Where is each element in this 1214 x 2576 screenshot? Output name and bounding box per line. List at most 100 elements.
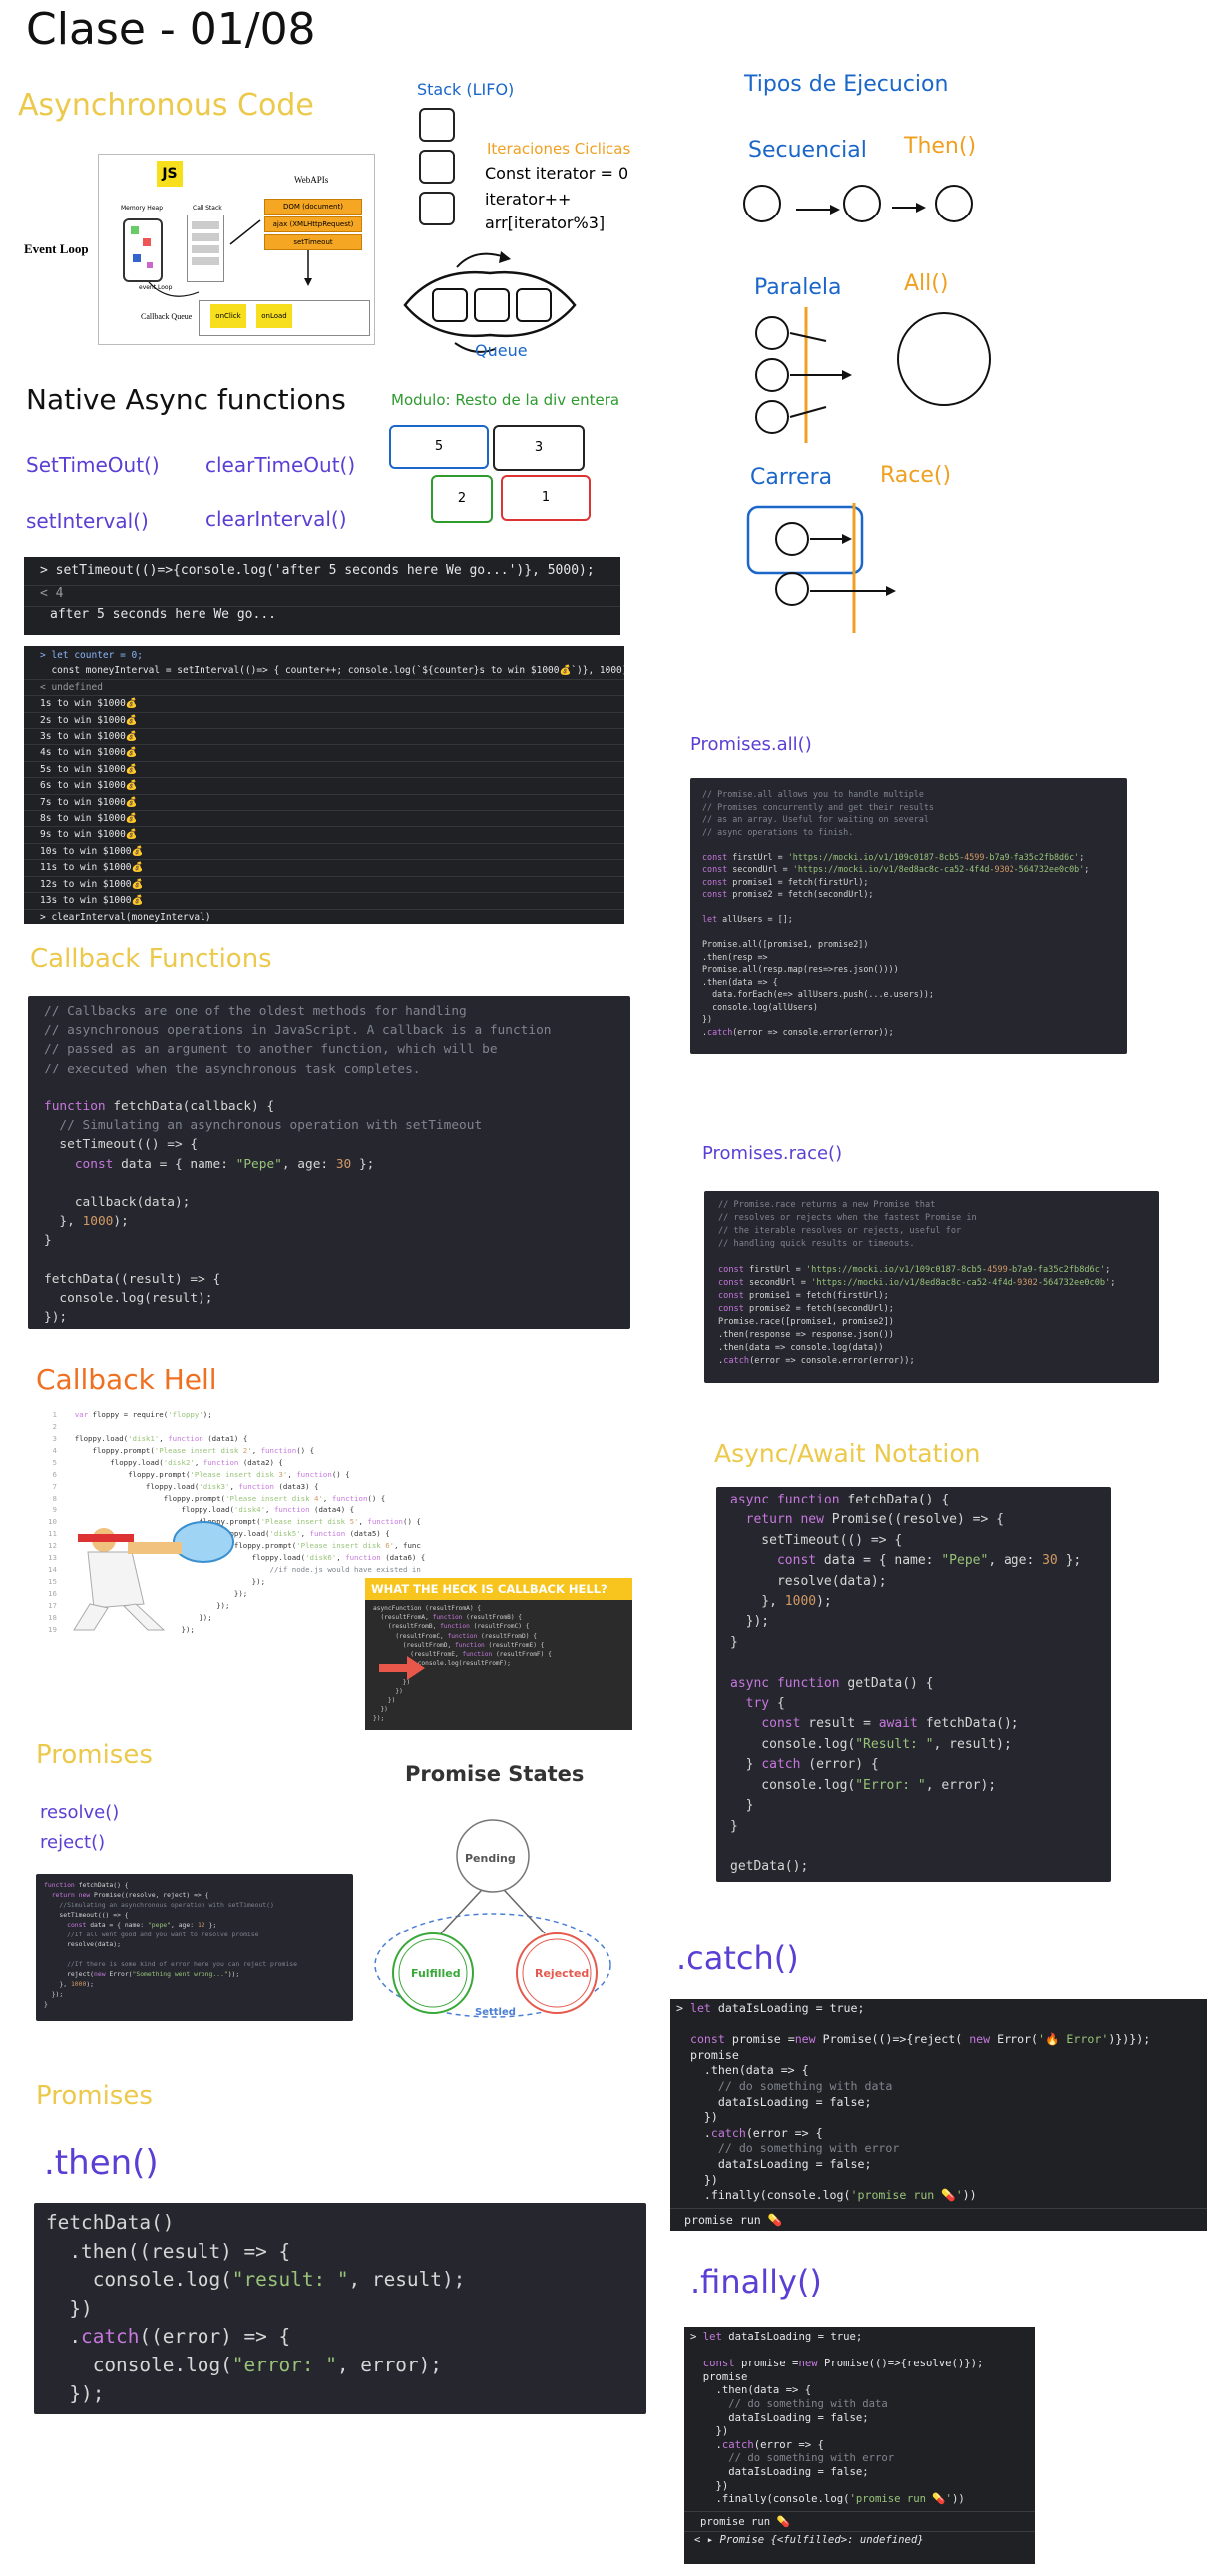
- promises-line: //If all went good and you want to resol…: [44, 1931, 259, 1938]
- async-await-line: }: [730, 1798, 754, 1814]
- promises-race-line: // Promise.race returns a new Promise th…: [718, 1200, 936, 1210]
- settled-label: Settled: [475, 2007, 516, 2018]
- async-await-line: async function getData() {: [730, 1675, 934, 1691]
- promises-race-line: Promise.race([promise1, promise2]): [718, 1317, 894, 1327]
- callback-hell-line: 8 floppy.prompt('Please insert disk 4', …: [48, 1494, 386, 1503]
- promises-all-line: .then(data => {: [702, 976, 778, 987]
- finally-line: }): [690, 2425, 729, 2438]
- promises-all-line: const promise2 = fetch(secondUrl);: [702, 889, 874, 899]
- finally-line: // do something with data: [690, 2397, 888, 2410]
- callback-hell-line: 3 floppy.load('disk1', function (data1) …: [48, 1434, 248, 1443]
- modulo-box-3: 3: [493, 425, 585, 471]
- page-title: Clase - 01/08: [26, 4, 316, 55]
- console-line: 13s to win $1000💰: [24, 893, 624, 910]
- promises-all-line: let allUsers = [];: [702, 914, 793, 924]
- console-settimeout: > setTimeout(()=>{console.log('after 5 s…: [24, 557, 620, 635]
- native-cleartimeout: clearTimeOut(): [205, 453, 356, 477]
- banner-title: WHAT THE HECK IS CALLBACK HELL?: [365, 1578, 632, 1600]
- promises-race-line: // resolves or rejects when the fastest …: [718, 1213, 977, 1223]
- console-line: 11s to win $1000💰: [24, 860, 624, 877]
- finally-output: promise run 💊: [684, 2510, 1035, 2532]
- promises-all-code: // Promise.all allows you to handle mult…: [690, 778, 1127, 1054]
- promises-all-line: .then(resp =>: [702, 951, 768, 962]
- banner-code-line: }): [373, 1706, 388, 1714]
- catch-line: dataIsLoading = false;: [676, 2094, 872, 2109]
- callback-fn-line: // asynchronous operations in JavaScript…: [44, 1023, 552, 1039]
- promises-all-line: // async operations to finish.: [702, 826, 854, 837]
- async-await-line: } catch (error) {: [730, 1757, 879, 1773]
- all-label: All(): [904, 271, 949, 296]
- tipos-heading: Tipos de Ejecucion: [744, 72, 949, 97]
- promise-states-diagram: [374, 1819, 611, 2018]
- callback-fn-line: [44, 1078, 614, 1097]
- iteraciones-line-3: arr[iterator%3]: [485, 214, 606, 232]
- promises2-heading: Promises: [36, 2081, 153, 2111]
- catch-line: // do something with error: [676, 2141, 900, 2156]
- finally-line: dataIsLoading = false;: [690, 2411, 869, 2424]
- banner-code-line: });: [373, 1715, 385, 1723]
- console-line: 2s to win $1000💰: [24, 713, 624, 730]
- native-clearinterval: clearInterval(): [205, 507, 347, 531]
- finally-line: .then(data => {: [690, 2384, 812, 2397]
- async-await-line: });: [730, 1614, 770, 1630]
- finally-result: < ▸ Promise {<fulfilled>: undefined}: [684, 2531, 1035, 2548]
- iteraciones-heading: Iteraciones Ciclicas: [487, 140, 631, 158]
- callback-fn-line: fetchData((result) => {: [44, 1271, 221, 1287]
- modulo-box-1: 1: [501, 475, 591, 521]
- promises-all-line: Promise.all(resp.map(res=>res.json()))): [702, 964, 899, 974]
- promises-race-line: .catch(error => console.error(error));: [718, 1356, 915, 1366]
- then-line: fetchData(): [46, 2211, 175, 2234]
- stack-slot-3: [419, 192, 455, 225]
- promises-race-line: const promise2 = fetch(secondUrl);: [718, 1304, 894, 1314]
- banner-code-line: (resultFromA, function (resultFromB) {: [373, 1614, 523, 1622]
- iteraciones-line-2: iterator++: [485, 190, 572, 209]
- catch-line: .finally(console.log('promise run 💊')): [676, 2188, 977, 2203]
- async-await-line: try {: [745, 1696, 785, 1712]
- callback-queue-label: Callback Queue: [141, 312, 193, 321]
- catch-console: > let dataIsLoading = true; const promis…: [670, 1999, 1207, 2231]
- promises-race-line: [718, 1251, 1145, 1264]
- native-settimeout: SetTimeOut(): [26, 453, 160, 477]
- promises-line: setTimeout(() => {: [44, 1911, 129, 1919]
- console-line: > clearInterval(moneyInterval): [40, 911, 211, 923]
- callback-hell-line: 6 floppy.prompt('Please insert disk 3', …: [48, 1470, 350, 1479]
- fulfilled-label: Fulfilled: [411, 1967, 461, 1980]
- promises-all-line: console.log(allUsers): [702, 1001, 818, 1012]
- console-line: const moneyInterval = setInterval(()=> {…: [24, 663, 624, 680]
- promises-race-line: const promise1 = fetch(firstUrl);: [718, 1291, 889, 1301]
- promises-all-line: // as an array. Useful for waiting on se…: [702, 814, 929, 824]
- promises-all-line: const secondUrl = 'https://mocki.io/v1/8…: [702, 864, 1090, 874]
- console-line: 9s to win $1000💰: [24, 827, 624, 844]
- promises-race-heading: Promises.race(): [702, 1143, 843, 1164]
- promises-all-line: Promise.all([promise1, promise2]): [702, 939, 869, 949]
- rejected-label: Rejected: [535, 1967, 590, 1980]
- promises-line: //If there is some kind of error here yo…: [44, 1960, 297, 1968]
- promises-all-line: .catch(error => console.error(error));: [702, 1026, 894, 1037]
- async-await-line: console.log("Error: ", error);: [730, 1777, 997, 1793]
- modulo-box-5: 5: [389, 425, 489, 469]
- console-line: < undefined: [24, 680, 624, 697]
- banner-code-line: (resultFromB, function (resultFromC) {: [373, 1623, 530, 1631]
- async-await-line: [730, 1837, 1097, 1857]
- pending-label: Pending: [465, 1852, 516, 1865]
- console-line: 4s to win $1000💰: [24, 745, 624, 762]
- console-line: 1s to win $1000💰: [24, 696, 624, 713]
- banner-code-line: }): [373, 1697, 396, 1705]
- callback-fn-line: callback(data);: [44, 1195, 191, 1211]
- fighter-illustration: [73, 1521, 234, 1631]
- callback-fn-line: console.log(result);: [44, 1291, 213, 1307]
- async-await-line: return new Promise((resolve) => {: [745, 1512, 1004, 1528]
- banner-code-line: }): [373, 1687, 403, 1695]
- async-await-line: async function fetchData() {: [730, 1493, 950, 1507]
- iteraciones-line-1: Const iterator = 0: [485, 164, 629, 183]
- promises-line: [44, 1949, 345, 1959]
- catch-line: }): [676, 2172, 718, 2187]
- carrera-label: Carrera: [750, 465, 833, 490]
- async-await-heading: Async/Await Notation: [714, 1439, 981, 1468]
- callback-fn-line: }, 1000);: [44, 1214, 129, 1230]
- queue-item-onload: onLoad: [256, 304, 292, 328]
- event-loop-diagram: JS WebAPIs Memory Heap Call Stack DOM (d…: [98, 154, 375, 345]
- callback-hell-banner: WHAT THE HECK IS CALLBACK HELL? asyncFun…: [365, 1578, 632, 1730]
- console-line: 12s to win $1000💰: [24, 877, 624, 894]
- event-loop-label: Event Loop: [24, 241, 89, 256]
